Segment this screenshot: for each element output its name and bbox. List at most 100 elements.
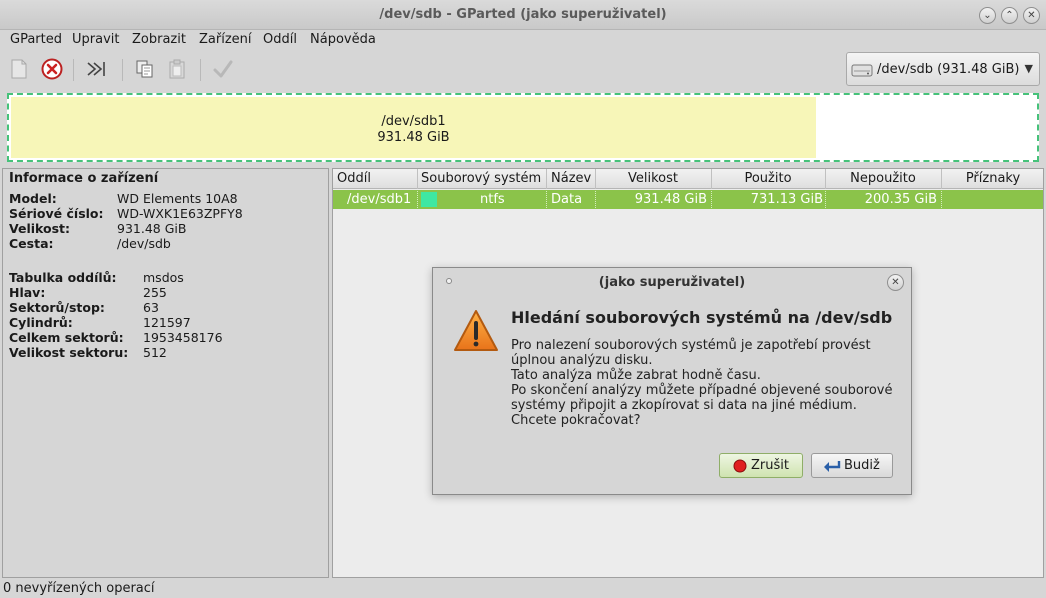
info-key: Celkem sektorů: (9, 330, 124, 345)
table-header: Oddíl Souborový systém Název Velikost Po… (333, 169, 1043, 189)
info-value: msdos (143, 270, 184, 285)
disk-map-partition-name: /dev/sdb1 (381, 114, 446, 129)
cell-partition: /dev/sdb1 (347, 192, 412, 207)
info-value: 1953458176 (143, 330, 223, 345)
info-value: /dev/sdb (117, 236, 171, 251)
pending-operations-status: 0 nevyřízených operací (3, 581, 155, 596)
info-key: Cesta: (9, 236, 54, 251)
info-row: Sériové číslo: WD-WXK1E63ZPFY8 (9, 206, 327, 222)
column-separator (546, 169, 547, 189)
column-header-oddil[interactable]: Oddíl (337, 171, 371, 186)
info-row: Hlav: 255 (9, 285, 327, 301)
minimize-button[interactable]: ⌄ (979, 7, 996, 24)
cell-separator (417, 191, 418, 208)
ok-button-label: Budiž (844, 458, 880, 473)
info-key: Model: (9, 191, 57, 206)
cell-separator (546, 191, 547, 208)
info-key: Hlav: (9, 285, 46, 300)
close-icon: ✕ (1027, 10, 1036, 21)
filesystem-color-swatch (421, 192, 437, 207)
dialog-title: (jako superuživatel) (598, 275, 746, 290)
cell-label: Data (551, 192, 583, 207)
info-key: Velikost sektoru: (9, 345, 129, 360)
dialog-heading: Hledání souborových systémů na /dev/sdb (511, 308, 893, 327)
info-key: Tabulka oddílů: (9, 270, 117, 285)
dropdown-arrow-icon: ▼ (1024, 62, 1033, 75)
disk-map: /dev/sdb1 931.48 GiB (7, 93, 1039, 162)
info-row: Cylindrů: 121597 (9, 315, 327, 331)
cell-unused: 200.35 GiB (864, 192, 937, 207)
info-key: Velikost: (9, 221, 71, 236)
cell-separator (941, 191, 942, 208)
info-value: 63 (143, 300, 159, 315)
menu-oddil[interactable]: Oddíl (263, 32, 297, 47)
device-info-panel: Informace o zařízení Model: WD Elements 1… (2, 168, 329, 578)
column-header-filesystem[interactable]: Souborový systém (421, 171, 541, 186)
info-row: Celkem sektorů: 1953458176 (9, 330, 327, 346)
info-key: Sériové číslo: (9, 206, 104, 221)
column-header-priznaky[interactable]: Příznaky (941, 171, 1043, 186)
dialog-text-line: úplnou analýzu disku. (511, 353, 653, 368)
device-selector[interactable]: /dev/sdb (931.48 GiB) ▼ (846, 52, 1040, 86)
copy-icon[interactable] (134, 58, 156, 80)
disk-map-partition-size: 931.48 GiB (377, 130, 450, 145)
menu-zarizeni[interactable]: Zařízení (199, 32, 252, 47)
warning-icon (454, 310, 498, 351)
dialog-text-line: Pro nalezení souborových systémů je zapo… (511, 338, 871, 353)
cancel-button-label: Zrušit (751, 458, 789, 473)
delete-partition-icon[interactable] (41, 58, 63, 80)
column-header-velikost[interactable]: Velikost (595, 171, 711, 186)
close-window-button[interactable]: ✕ (1023, 7, 1040, 24)
harddisk-icon (851, 64, 873, 77)
info-row: Model: WD Elements 10A8 (9, 191, 327, 207)
column-header-nepouzito[interactable]: Nepoužito (825, 171, 941, 186)
dialog-titlebar: (jako superuživatel) ✕ (433, 268, 911, 296)
info-value: WD-WXK1E63ZPFY8 (117, 206, 243, 221)
maximize-button[interactable]: ⌃ (1001, 7, 1018, 24)
cell-used: 731.13 GiB (750, 192, 823, 207)
cell-size: 931.48 GiB (634, 192, 707, 207)
close-icon: ✕ (891, 277, 900, 288)
device-selector-label: /dev/sdb (931.48 GiB) (877, 62, 1020, 77)
menu-gparted[interactable]: GParted (10, 32, 62, 47)
column-separator (417, 169, 418, 189)
cell-filesystem: ntfs (480, 192, 505, 207)
toolbar-separator (122, 59, 123, 81)
menu-zobrazit[interactable]: Zobrazit (132, 32, 186, 47)
info-value: 512 (143, 345, 167, 360)
apply-checkmark-icon[interactable] (212, 58, 234, 80)
new-partition-icon[interactable] (8, 58, 30, 80)
resize-move-icon[interactable] (85, 58, 107, 80)
toolbar-separator (73, 59, 74, 81)
info-row: Cesta: /dev/sdb (9, 236, 327, 252)
ok-button[interactable]: Budiž (811, 453, 893, 478)
chevron-up-icon: ⌃ (1005, 10, 1014, 21)
info-value: 931.48 GiB (117, 221, 187, 236)
window-titlebar: /dev/sdb - GParted (jako superuživatel) … (0, 0, 1046, 30)
search-filesystems-dialog: (jako superuživatel) ✕ Hledání souborový… (432, 267, 912, 495)
info-row: Velikost: 931.48 GiB (9, 221, 327, 237)
window-title: /dev/sdb - GParted (jako superuživatel) (379, 7, 667, 22)
info-row: Tabulka oddílů: msdos (9, 270, 327, 286)
paste-icon[interactable] (167, 58, 189, 80)
info-value: WD Elements 10A8 (117, 191, 238, 206)
dialog-text-line: Chcete pokračovat? (511, 413, 641, 428)
chevron-down-icon: ⌄ (983, 10, 992, 21)
statusbar: 0 nevyřízených operací (0, 580, 1046, 598)
info-key: Cylindrů: (9, 315, 73, 330)
info-row: Velikost sektoru: 512 (9, 345, 327, 361)
dialog-text-line: Tato analýza může zabrat hodně času. (511, 368, 761, 383)
column-header-nazev[interactable]: Název (551, 171, 591, 186)
info-value: 255 (143, 285, 167, 300)
info-value: 121597 (143, 315, 191, 330)
cancel-button[interactable]: Zrušit (719, 453, 803, 478)
menu-napoveda[interactable]: Nápověda (310, 32, 376, 47)
dialog-close-button[interactable]: ✕ (887, 274, 904, 291)
toolbar-separator (200, 59, 201, 81)
table-row[interactable]: /dev/sdb1 ntfs Data 931.48 GiB 731.13 Gi… (333, 190, 1043, 209)
dialog-text-line: Po skončení analýzy můžete případné obje… (511, 383, 893, 398)
column-header-pouzito[interactable]: Použito (711, 171, 825, 186)
disk-map-partition[interactable]: /dev/sdb1 931.48 GiB (11, 97, 816, 158)
menubar: GParted Upravit Zobrazit Zařízení Oddíl … (0, 30, 1046, 50)
menu-upravit[interactable]: Upravit (72, 32, 119, 47)
